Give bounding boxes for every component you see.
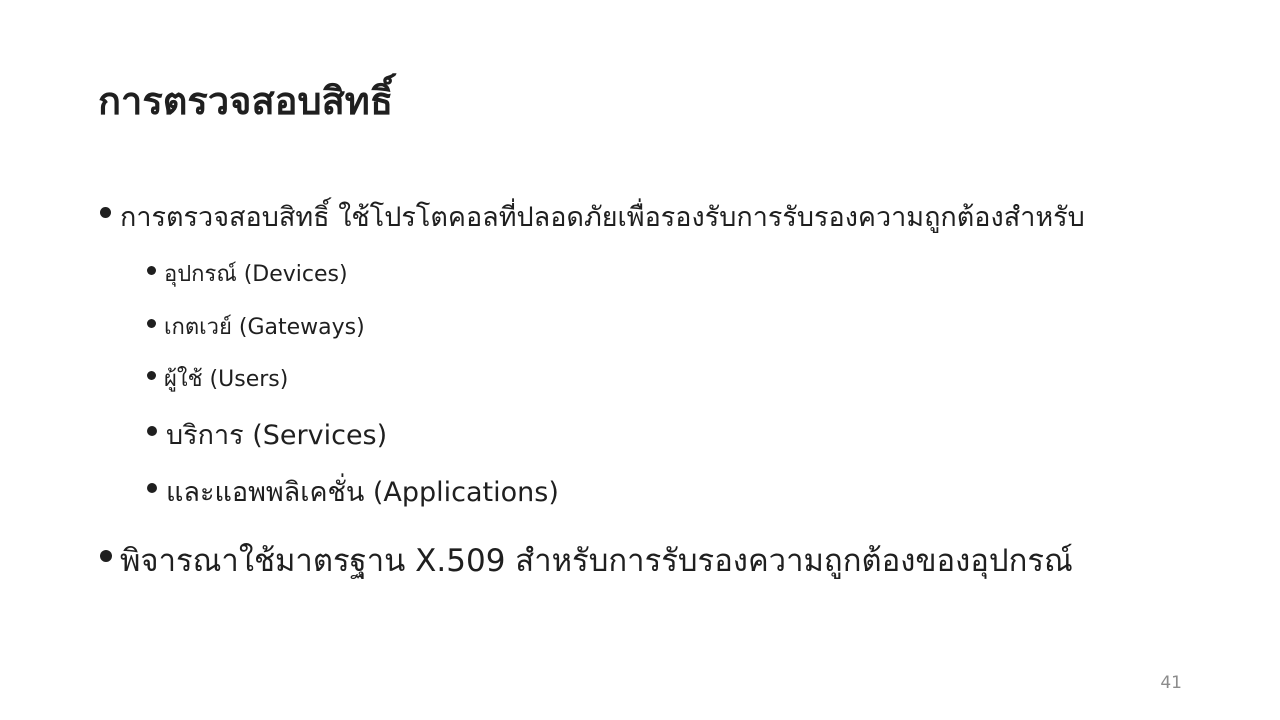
bullet-text: และแอพพลิเคชั่น (Applications) [166,476,559,508]
bullet-icon [100,206,111,218]
bullet-text: เกตเวย์ (Gateways) [164,314,365,340]
sub-bullet-services: บริการ (Services) [147,412,387,456]
sub-bullet-devices: อุปกรณ์ (Devices) [147,255,348,291]
bullet-text: การตรวจสอบสิทธิ์ ใช้โปรโตคอลที่ปลอดภัยเพ… [120,201,1085,233]
bullet-text: อุปกรณ์ (Devices) [164,261,348,287]
bullet-text: ผู้ใช้ (Users) [164,366,289,392]
bullet-text: พิจารณาใช้มาตรฐาน X.509 สำหรับการรับรองค… [120,543,1073,579]
sub-bullet-users: ผู้ใช้ (Users) [147,360,288,396]
bullet-icon [100,550,112,562]
sub-bullet-applications: และแอพพลิเคชั่น (Applications) [147,469,559,513]
bullet-icon [147,370,156,380]
bullet-text: บริการ (Services) [166,419,388,451]
bullet-icon [147,483,157,493]
bullet-icon [147,318,156,328]
bullet-icon [147,265,156,275]
page-number: 41 [1160,673,1182,693]
bullet-authentication-protocols: การตรวจสอบสิทธิ์ ใช้โปรโตคอลที่ปลอดภัยเพ… [100,194,1085,238]
sub-bullet-gateways: เกตเวย์ (Gateways) [147,308,365,344]
bullet-x509-standard: พิจารณาใช้มาตรฐาน X.509 สำหรับการรับรองค… [100,534,1073,586]
slide-title: การตรวจสอบสิทธิ์ [98,79,394,123]
bullet-icon [147,426,157,436]
